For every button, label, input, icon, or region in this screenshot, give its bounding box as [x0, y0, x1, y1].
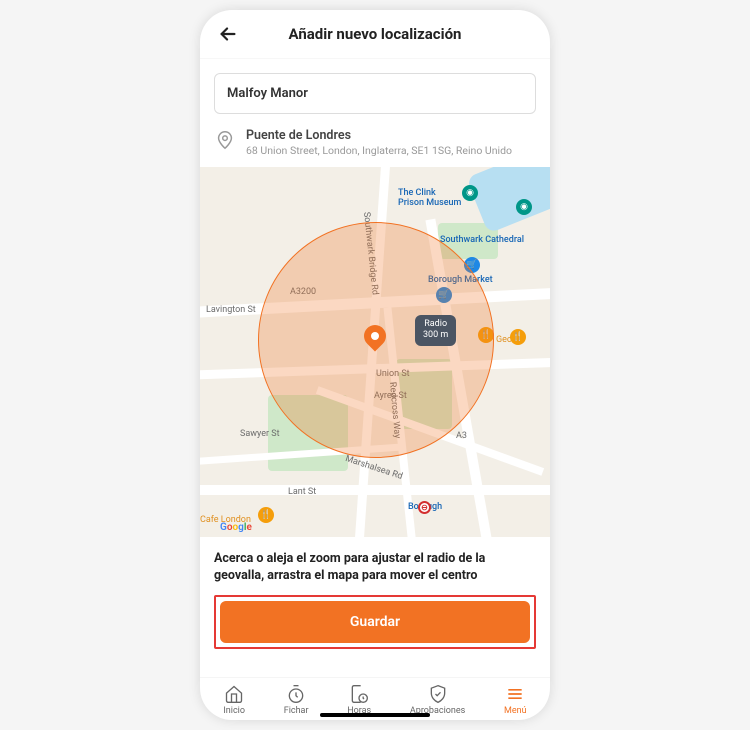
radius-value: 300 m: [423, 330, 448, 341]
map[interactable]: Lavington St Union St Southwark Bridge R…: [200, 167, 550, 537]
tab-inicio[interactable]: Inicio: [223, 684, 245, 716]
location-pin-icon: [214, 129, 236, 151]
tab-menu[interactable]: Menú: [504, 684, 527, 716]
shield-check-icon: [428, 684, 448, 704]
tab-label: Fichar: [284, 706, 309, 716]
stopwatch-icon: [286, 684, 306, 704]
tab-fichar[interactable]: Fichar: [284, 684, 309, 716]
map-poi-label: Southwark Cathedral: [440, 235, 524, 245]
location-address: 68 Union Street, London, Inglaterra, SE1…: [246, 144, 512, 157]
map-poi-label: The Clink Prison Museum: [398, 189, 461, 209]
metro-icon: ⊖: [418, 501, 431, 514]
tab-aprobaciones[interactable]: Aprobaciones: [410, 684, 465, 716]
phone-frame: Añadir nuevo localización Puente de Lond…: [200, 10, 550, 720]
radius-badge: Radio 300 m: [415, 315, 456, 346]
name-field-row: [214, 73, 536, 114]
home-indicator: [320, 713, 430, 717]
page-title: Añadir nuevo localización: [214, 25, 536, 43]
header: Añadir nuevo localización: [200, 10, 550, 59]
menu-icon: [505, 684, 525, 704]
content-area: Puente de Londres 68 Union Street, Londo…: [200, 59, 550, 677]
tab-horas[interactable]: Horas: [347, 684, 371, 716]
save-button[interactable]: Guardar: [220, 601, 530, 643]
map-label: Sawyer St: [240, 429, 280, 439]
map-label: Lant St: [288, 487, 316, 497]
poi-museum-icon: ◉: [516, 199, 532, 215]
poi-food-icon: 🍴: [510, 329, 526, 345]
map-label: Lavington St: [206, 305, 256, 315]
google-attribution: Google: [220, 522, 252, 533]
map-label: A3: [456, 431, 467, 441]
home-icon: [224, 684, 244, 704]
radius-label: Radio: [423, 319, 448, 330]
location-name-input[interactable]: [214, 73, 536, 114]
help-text: Acerca o aleja el zoom para ajustar el r…: [214, 551, 536, 585]
geofence-center-pin[interactable]: [364, 325, 386, 355]
map-label: Marshalsea Rd: [344, 454, 404, 482]
document-clock-icon: [349, 684, 369, 704]
selected-location-row[interactable]: Puente de Londres 68 Union Street, Londo…: [214, 128, 536, 157]
tab-label: Menú: [504, 706, 527, 716]
poi-food-icon: 🍴: [258, 507, 274, 523]
poi-museum-icon: ◉: [462, 185, 478, 201]
location-name: Puente de Londres: [246, 128, 512, 143]
save-highlight: Guardar: [214, 595, 536, 649]
tab-label: Inicio: [223, 706, 245, 716]
